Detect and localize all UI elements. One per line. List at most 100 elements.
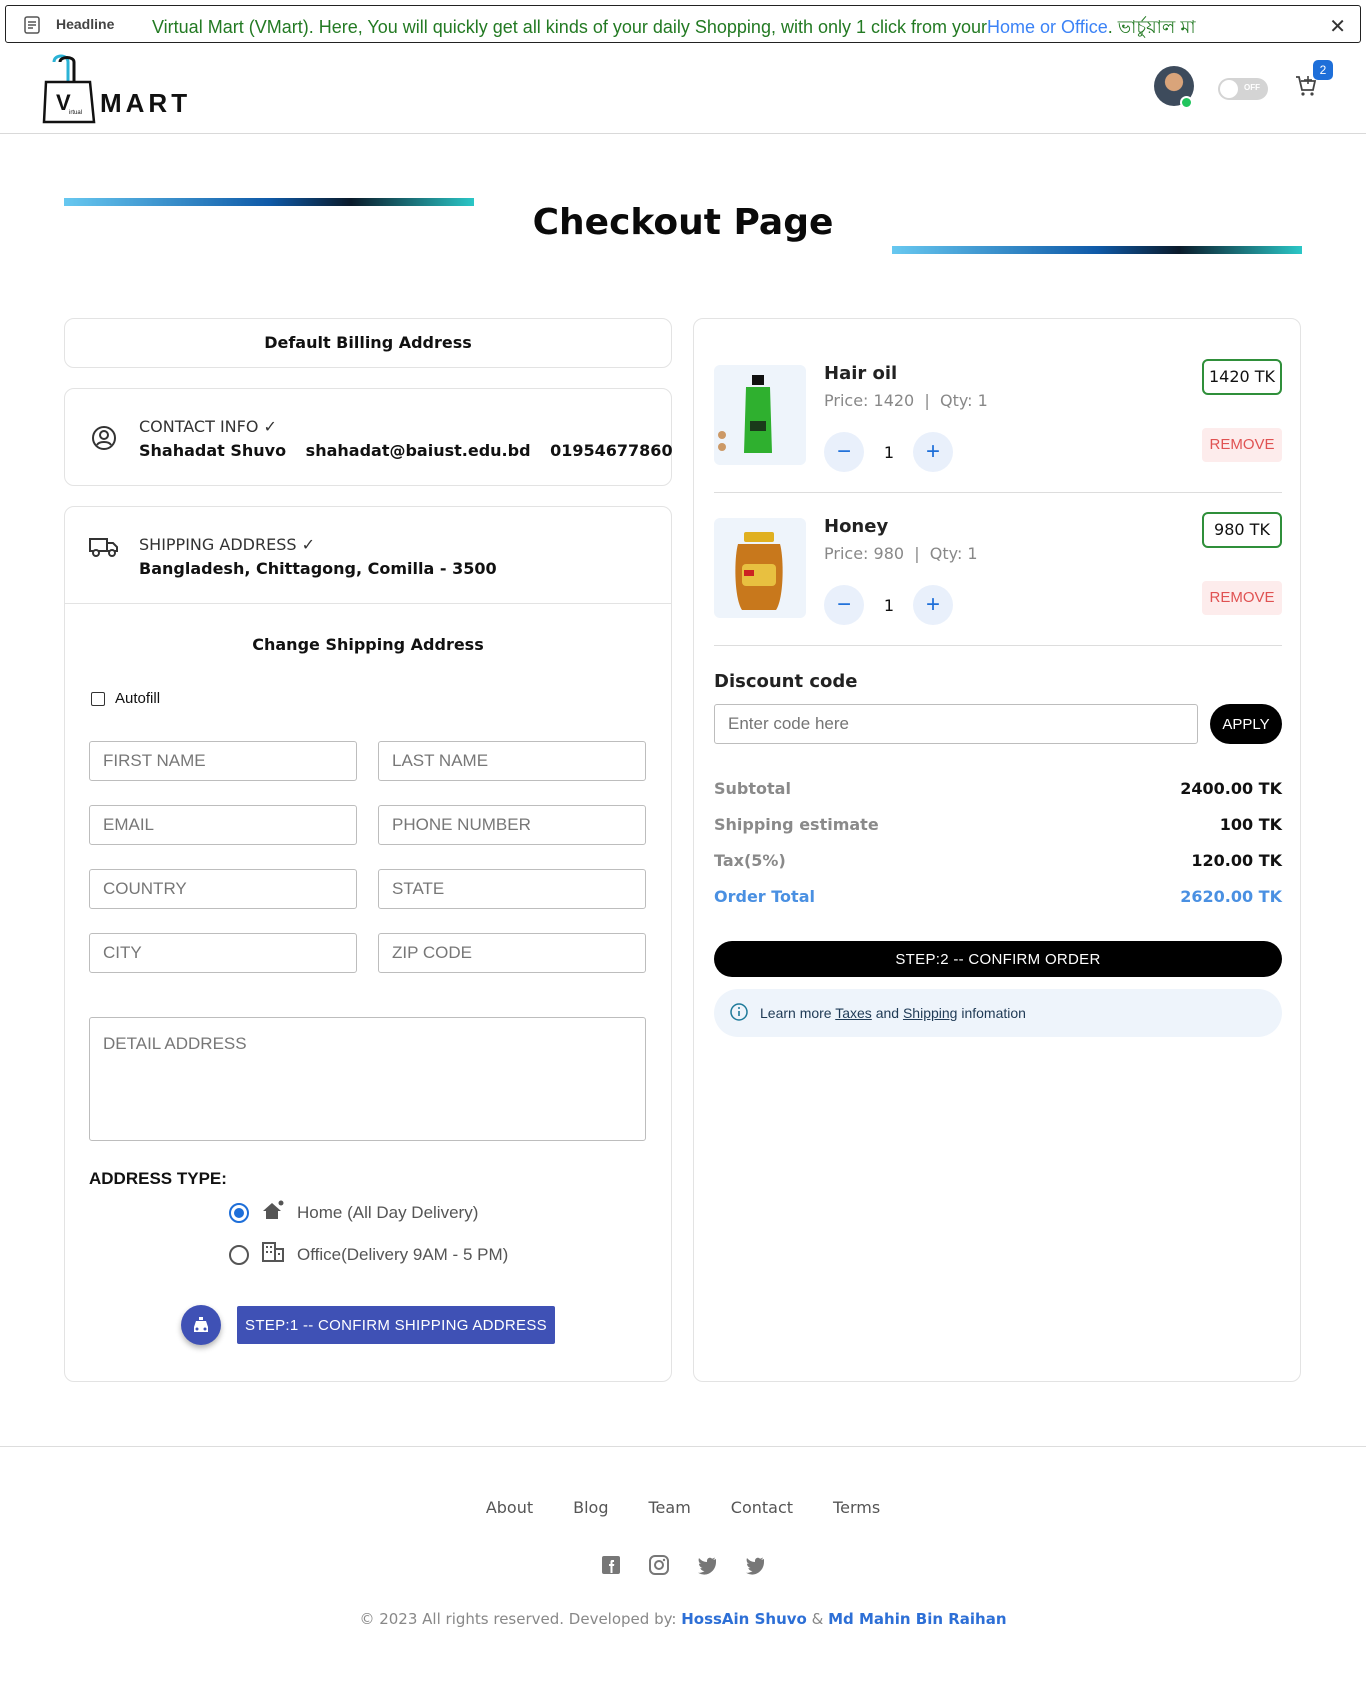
divider — [65, 603, 671, 604]
contact-phone: 01954677860 — [550, 441, 673, 460]
item-name: Hair oil — [824, 363, 898, 384]
twitter-icon[interactable] — [744, 1554, 766, 1580]
page-title: Checkout Page — [532, 202, 834, 243]
contact-info-card: CONTACT INFO ✓ Shahadat Shuvo shahadat@b… — [64, 388, 673, 486]
email-input[interactable] — [89, 805, 357, 845]
item-total-price: 980 TK — [1202, 512, 1282, 548]
taxes-link[interactable]: Taxes — [835, 1005, 872, 1021]
info-icon — [730, 1002, 748, 1024]
detail-address-input[interactable] — [89, 1017, 646, 1141]
last-name-input[interactable] — [378, 741, 646, 781]
check-icon: ✓ — [263, 417, 277, 436]
radio-button[interactable] — [229, 1202, 249, 1223]
footer-link-blog[interactable]: Blog — [573, 1498, 608, 1517]
home-icon — [261, 1199, 285, 1226]
subtotal-row: Subtotal 2400.00 TK — [714, 779, 1282, 798]
remove-item-button[interactable]: REMOVE — [1202, 428, 1282, 462]
autofill-label: Autofill — [115, 690, 161, 707]
item-meta: Price: 980 | Qty: 1 — [824, 544, 978, 563]
instagram-icon[interactable] — [648, 1554, 670, 1580]
decrease-qty-button[interactable]: − — [824, 585, 864, 625]
radio-office[interactable]: Office(Delivery 9AM - 5 PM) — [229, 1241, 508, 1268]
twitter-icon[interactable] — [696, 1554, 718, 1580]
copyright: © 2023 All rights reserved. Developed by… — [359, 1610, 1007, 1628]
footer-divider — [0, 1446, 1366, 1447]
radio-home[interactable]: Home (All Day Delivery) — [229, 1199, 478, 1226]
checkbox-box[interactable] — [91, 691, 105, 706]
tax-row: Tax(5%) 120.00 TK — [714, 851, 1282, 870]
change-shipping-title: Change Shipping Address — [252, 635, 484, 654]
office-building-icon — [261, 1241, 285, 1268]
item-total-price: 1420 TK — [1202, 359, 1282, 395]
theme-toggle[interactable]: OFF — [1218, 78, 1268, 100]
shipping-label: SHIPPING ADDRESS ✓ — [139, 535, 315, 554]
divider — [714, 492, 1282, 493]
discount-code-input[interactable] — [714, 704, 1198, 744]
shipping-link[interactable]: Shipping — [903, 1005, 958, 1021]
contact-label: CONTACT INFO ✓ — [139, 417, 277, 436]
item-meta: Price: 1420 | Qty: 1 — [824, 391, 988, 410]
decrease-qty-button[interactable]: − — [824, 432, 864, 472]
headline-link[interactable]: Home or Office — [987, 17, 1108, 37]
footer-link-about[interactable]: About — [486, 1498, 533, 1517]
divider — [714, 645, 1282, 646]
cart-count-badge: 2 — [1313, 60, 1333, 80]
headline-bar: Headline Virtual Mart (VMart). Here, You… — [5, 5, 1361, 43]
state-input[interactable] — [378, 869, 646, 909]
headline-label: Headline — [56, 16, 115, 32]
discount-label: Discount code — [714, 671, 858, 692]
phone-input[interactable] — [378, 805, 646, 845]
svg-text:irtual: irtual — [69, 110, 82, 116]
order-summary-card: Hair oil Price: 1420 | Qty: 1 − 1 + 1420… — [693, 318, 1301, 1382]
contact-values: Shahadat Shuvo shahadat@baiust.edu.bd 01… — [139, 441, 687, 460]
address-type-label: ADDRESS TYPE: — [89, 1169, 227, 1188]
truck-icon — [89, 535, 119, 563]
footer-link-team[interactable]: Team — [649, 1498, 691, 1517]
contact-name: Shahadat Shuvo — [139, 441, 287, 460]
confirm-shipping-button[interactable]: STEP:1 -- CONFIRM SHIPPING ADDRESS — [237, 1306, 555, 1344]
facebook-icon[interactable] — [600, 1554, 622, 1580]
footer-nav: About Blog Team Contact Terms — [0, 1498, 1366, 1517]
qty-value: 1 — [883, 443, 895, 462]
qty-value: 1 — [883, 596, 895, 615]
article-icon — [24, 16, 40, 38]
radio-label: Office(Delivery 9AM - 5 PM) — [297, 1244, 509, 1264]
shipping-address-value: Bangladesh, Chittagong, Comilla - 3500 — [139, 559, 497, 578]
car-fab-button[interactable] — [181, 1305, 221, 1345]
zip-input[interactable] — [378, 933, 646, 973]
close-icon[interactable]: ✕ — [1329, 14, 1346, 38]
country-input[interactable] — [89, 869, 357, 909]
toggle-label: OFF — [1244, 83, 1260, 92]
title-decor-right — [892, 246, 1302, 254]
footer-link-terms[interactable]: Terms — [833, 1498, 880, 1517]
shipping-estimate-row: Shipping estimate 100 TK — [714, 815, 1282, 834]
first-name-input[interactable] — [89, 741, 357, 781]
info-text: Learn more Taxes and Shipping infomation — [760, 1005, 1026, 1021]
footer-link-contact[interactable]: Contact — [731, 1498, 793, 1517]
info-banner: Learn more Taxes and Shipping infomation — [714, 989, 1282, 1037]
apply-discount-button[interactable]: APPLY — [1210, 704, 1282, 744]
hair-oil-image — [714, 365, 806, 465]
developer-link-1[interactable]: HossAin Shuvo — [681, 1610, 807, 1628]
account-circle-icon — [91, 425, 117, 455]
honey-image — [714, 518, 806, 618]
radio-button[interactable] — [229, 1244, 249, 1265]
billing-address-card[interactable]: Default Billing Address — [64, 318, 672, 368]
logo-text: MART — [100, 88, 192, 118]
item-name: Honey — [824, 516, 889, 537]
online-status-dot — [1180, 96, 1193, 109]
city-input[interactable] — [89, 933, 357, 973]
site-header: V irtual MART OFF 2 — [0, 44, 1366, 134]
check-icon: ✓ — [301, 535, 315, 554]
developer-link-2[interactable]: Md Mahin Bin Raihan — [828, 1610, 1006, 1628]
increase-qty-button[interactable]: + — [913, 585, 953, 625]
contact-email: shahadat@baiust.edu.bd — [305, 441, 531, 460]
remove-item-button[interactable]: REMOVE — [1202, 581, 1282, 615]
confirm-order-button[interactable]: STEP:2 -- CONFIRM ORDER — [714, 941, 1282, 977]
autofill-checkbox[interactable]: Autofill — [91, 690, 160, 707]
increase-qty-button[interactable]: + — [913, 432, 953, 472]
radio-label: Home (All Day Delivery) — [297, 1202, 479, 1222]
shipping-address-card: SHIPPING ADDRESS ✓ Bangladesh, Chittagon… — [64, 506, 672, 1382]
toggle-knob — [1220, 80, 1238, 98]
billing-title: Default Billing Address — [264, 333, 472, 352]
